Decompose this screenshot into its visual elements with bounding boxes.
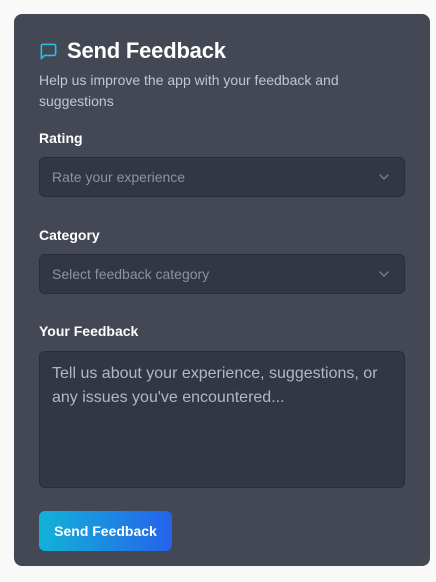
card-header: Send Feedback	[39, 38, 405, 64]
category-select[interactable]: Select feedback category	[39, 254, 405, 294]
feedback-textarea-placeholder: Tell us about your experience, suggestio…	[52, 365, 378, 406]
rating-label: Rating	[39, 130, 83, 146]
send-feedback-button[interactable]: Send Feedback	[39, 511, 172, 551]
category-select-placeholder: Select feedback category	[52, 266, 210, 282]
feedback-label: Your Feedback	[39, 323, 139, 339]
message-square-icon	[39, 42, 58, 61]
category-label: Category	[39, 227, 100, 243]
rating-select[interactable]: Rate your experience	[39, 157, 405, 197]
card-title: Send Feedback	[67, 38, 226, 63]
card-subtitle: Help us improve the app with your feedba…	[39, 72, 339, 109]
feedback-textarea[interactable]: Tell us about your experience, suggestio…	[39, 351, 405, 488]
chevron-down-icon	[379, 271, 389, 277]
feedback-card: Send Feedback Help us improve the app wi…	[14, 14, 430, 566]
rating-select-placeholder: Rate your experience	[52, 169, 186, 185]
chevron-down-icon	[379, 174, 389, 180]
